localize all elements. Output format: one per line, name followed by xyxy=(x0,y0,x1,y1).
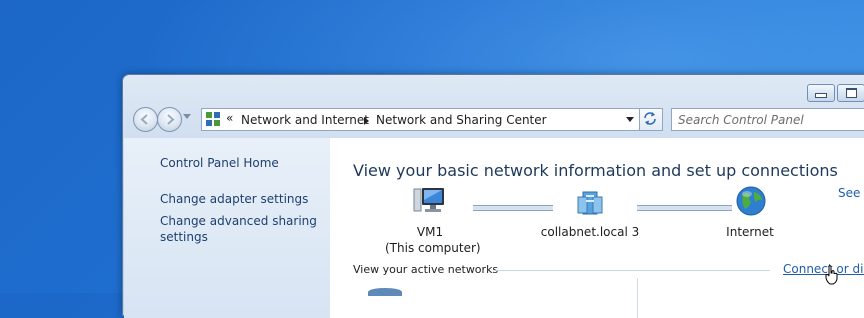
node-sublabel-this-computer: (This computer) xyxy=(385,241,481,255)
breadcrumb-separator-icon[interactable] xyxy=(364,117,369,125)
connect-or-disconnect-link[interactable]: Connect or disc xyxy=(783,262,864,276)
node-label-vm1: VM1 xyxy=(416,225,444,239)
active-networks-heading: View your active networks xyxy=(353,263,499,276)
address-bar[interactable]: « Network and Internet Network and Shari… xyxy=(201,108,640,131)
address-dropdown-icon[interactable] xyxy=(626,117,634,122)
hand-cursor-icon xyxy=(825,265,838,285)
computer-icon[interactable] xyxy=(413,186,447,218)
section-divider xyxy=(495,270,770,271)
breadcrumb-network-and-internet[interactable]: Network and Internet xyxy=(241,113,369,127)
node-label-collabnet: collabnet.local 3 xyxy=(540,225,640,239)
change-adapter-settings-link[interactable]: Change adapter settings xyxy=(160,191,308,207)
back-arrow-icon xyxy=(140,114,148,125)
control-panel-window: « Network and Internet Network and Shari… xyxy=(122,74,864,318)
minimize-button[interactable] xyxy=(807,84,835,102)
forward-arrow-icon xyxy=(167,114,175,125)
window-controls xyxy=(807,84,864,102)
tasks-pane: Control Panel Home Change adapter settin… xyxy=(124,138,330,318)
minimize-icon xyxy=(815,93,827,98)
page-title: View your basic network information and … xyxy=(353,161,838,180)
globe-icon[interactable] xyxy=(735,185,767,217)
see-full-map-link[interactable]: See f xyxy=(838,186,864,200)
back-button[interactable] xyxy=(133,107,158,132)
maximize-icon xyxy=(845,88,857,98)
control-panel-icon xyxy=(206,112,220,126)
network-server-icon[interactable] xyxy=(575,186,605,216)
refresh-icon xyxy=(644,112,656,125)
control-panel-home-link[interactable]: Control Panel Home xyxy=(160,155,279,171)
network-link-line xyxy=(473,205,553,211)
breadcrumb-overflow[interactable]: « xyxy=(226,111,233,125)
navigation-bar: « Network and Internet Network and Shari… xyxy=(131,106,864,132)
active-network-icon xyxy=(368,288,402,296)
maximize-button[interactable] xyxy=(837,84,864,102)
main-content: View your basic network information and … xyxy=(330,138,864,318)
internet-link-line xyxy=(637,205,732,211)
chevron-down-icon[interactable] xyxy=(183,114,191,120)
node-label-internet: Internet xyxy=(726,225,774,239)
refresh-button[interactable] xyxy=(639,108,663,131)
breadcrumb-network-and-sharing-center[interactable]: Network and Sharing Center xyxy=(376,113,547,127)
change-advanced-sharing-settings-link[interactable]: Change advanced sharing settings xyxy=(160,213,317,245)
search-box[interactable] xyxy=(671,108,864,131)
network-panel-divider xyxy=(637,278,638,318)
forward-button[interactable] xyxy=(157,107,182,132)
search-input[interactable] xyxy=(672,110,864,130)
